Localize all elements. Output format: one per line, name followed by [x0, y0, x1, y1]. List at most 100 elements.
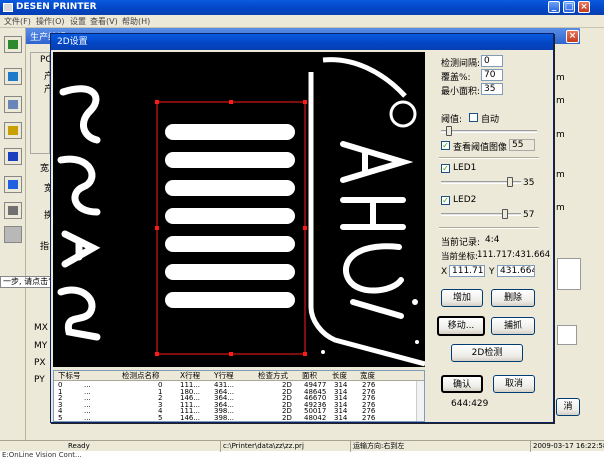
dialog-title: 2D设置 — [57, 37, 88, 47]
col-index[interactable]: 下标号 — [58, 371, 81, 381]
folder-icon — [8, 72, 18, 81]
sub-window-groupbox — [30, 52, 50, 154]
hint-text: 一步, 请点击" — [0, 276, 56, 288]
toolbar-edit-button[interactable] — [4, 36, 22, 53]
toolbar-open-button[interactable] — [4, 68, 22, 85]
menu-view[interactable]: 查看(V) — [90, 16, 118, 27]
app-title: DESEN PRINTER — [16, 2, 97, 12]
detect-2d-button[interactable]: 2D检测 — [451, 344, 523, 362]
minimize-button[interactable]: _ — [548, 1, 560, 13]
toolbar-tool-button[interactable] — [4, 202, 22, 219]
table-header: 下标号 检测点名称 X行程 Y行程 检查方式 面积 长度 宽度 — [54, 371, 424, 381]
sub-unit-3: m — [556, 130, 565, 140]
view-threshold-value: 55 — [509, 139, 535, 151]
dialog-title-bar[interactable]: 2D设置 — [51, 34, 553, 50]
menu-settings[interactable]: 设置 — [70, 16, 86, 27]
coverage-input[interactable]: 70 — [481, 69, 503, 81]
side-toolbar — [0, 28, 26, 440]
col-area[interactable]: 面积 — [302, 371, 317, 381]
current-record-label: 当前记录: — [441, 238, 481, 248]
camera-view[interactable] — [53, 52, 425, 367]
led2-slider-track — [441, 213, 521, 216]
close-button[interactable]: × — [578, 1, 590, 13]
table-scrollbar[interactable] — [416, 381, 424, 421]
threshold-slider-thumb[interactable] — [445, 126, 452, 136]
led2-label: LED2 — [453, 195, 477, 205]
label-my: MY — [34, 341, 48, 351]
pencil-icon — [8, 40, 18, 49]
led2-slider[interactable] — [441, 209, 521, 219]
sub-unit-1: m — [556, 73, 565, 83]
cell-y: 398... — [214, 414, 235, 422]
sub-label-width-1: 宽 — [40, 164, 50, 174]
camera-icon — [8, 126, 18, 135]
col-x[interactable]: X行程 — [180, 371, 200, 381]
led1-checkbox[interactable]: ✓ — [441, 164, 450, 173]
threshold-label: 阈值: — [441, 115, 463, 125]
view-threshold-checkbox[interactable]: ✓ — [441, 141, 450, 150]
sub-label-point: 指 — [40, 242, 50, 252]
threshold-slider[interactable] — [441, 126, 537, 136]
led2-checkbox[interactable]: ✓ — [441, 196, 450, 205]
y-input[interactable]: 431.664 — [497, 265, 535, 277]
pcb-image — [53, 52, 425, 367]
cell-index: 5 — [58, 414, 63, 422]
cell-name: ... — [84, 414, 91, 422]
cursor-readout: 644:429 — [451, 399, 489, 409]
detect-interval-label: 检测间隔: — [441, 59, 481, 69]
sub-unit-5: m — [556, 203, 565, 213]
menu-bar: 文件(F) 操作(O) 设置 查看(V) 帮助(H) — [0, 15, 604, 28]
menu-help[interactable]: 帮助(H) — [122, 16, 150, 27]
sub-window-close-button[interactable]: × — [566, 30, 579, 43]
capture-button[interactable]: 捕抓 — [491, 317, 535, 335]
refresh-icon — [8, 180, 18, 189]
add-button[interactable]: 增加 — [441, 289, 483, 307]
led2-value: 57 — [523, 210, 535, 220]
min-area-input[interactable]: 35 — [481, 83, 503, 95]
view-threshold-label: 查看阈值图像 — [453, 143, 508, 153]
current-coord-value: 111.717:431.664 — [477, 250, 551, 260]
cancel-button[interactable]: 取消 — [493, 375, 535, 393]
led2-slider-thumb[interactable] — [502, 209, 508, 219]
auto-threshold-checkbox[interactable] — [469, 113, 478, 122]
divider — [439, 227, 539, 229]
status-bar: Ready c:\Printer\data\zz\zz.prj 运输方向:右到左… — [0, 440, 604, 452]
col-length[interactable]: 长度 — [332, 371, 347, 381]
toolbar-stop-button[interactable] — [4, 148, 22, 165]
y-label: Y — [489, 267, 495, 277]
cell-mode: 2D — [282, 414, 292, 422]
toolbar-camera-button[interactable] — [4, 122, 22, 139]
x-input[interactable]: 111.717 — [449, 265, 485, 277]
ok-button[interactable]: 确认 — [441, 375, 483, 393]
tool-icon — [8, 206, 18, 215]
taskbar-text: E:OnLine Vision Cont... — [2, 451, 82, 459]
app-title-bar[interactable]: DESEN PRINTER _ □ × — [0, 0, 604, 15]
toolbar-refresh-button[interactable] — [4, 176, 22, 193]
col-width[interactable]: 宽度 — [360, 371, 375, 381]
sub-cancel-button[interactable]: 消 — [556, 398, 580, 416]
delete-button[interactable]: 删除 — [491, 289, 535, 307]
toolbar-print-button[interactable] — [4, 96, 22, 113]
label-px: PX — [34, 358, 46, 368]
move-button[interactable]: 移动... — [437, 316, 485, 336]
menu-file[interactable]: 文件(F) — [4, 16, 31, 27]
detect-points-table[interactable]: 下标号 检测点名称 X行程 Y行程 检查方式 面积 长度 宽度 0... 0 111… — [53, 370, 425, 422]
detect-interval-input[interactable]: 0 — [481, 55, 503, 67]
min-area-label: 最小面积: — [441, 87, 481, 97]
col-y[interactable]: Y行程 — [214, 371, 234, 381]
sub-right-box-2 — [557, 325, 577, 345]
led1-slider[interactable] — [441, 177, 521, 187]
coverage-label: 覆盖%: — [441, 73, 471, 83]
led1-slider-thumb[interactable] — [506, 177, 513, 187]
maximize-button[interactable]: □ — [563, 1, 575, 13]
sub-unit-2: m — [556, 96, 565, 106]
app-icon — [3, 3, 13, 12]
col-mode[interactable]: 检查方式 — [258, 371, 288, 381]
menu-operate[interactable]: 操作(O) — [36, 16, 65, 27]
current-coord-label: 当前坐标: — [441, 252, 478, 262]
led1-value: 35 — [523, 178, 535, 188]
toolbar-blank-button[interactable] — [4, 226, 22, 243]
table-row[interactable]: 5... 5 146... 398... 2D 48042 314 276 — [54, 414, 424, 422]
col-name[interactable]: 检测点名称 — [122, 371, 160, 381]
label-mx: MX — [34, 323, 48, 333]
